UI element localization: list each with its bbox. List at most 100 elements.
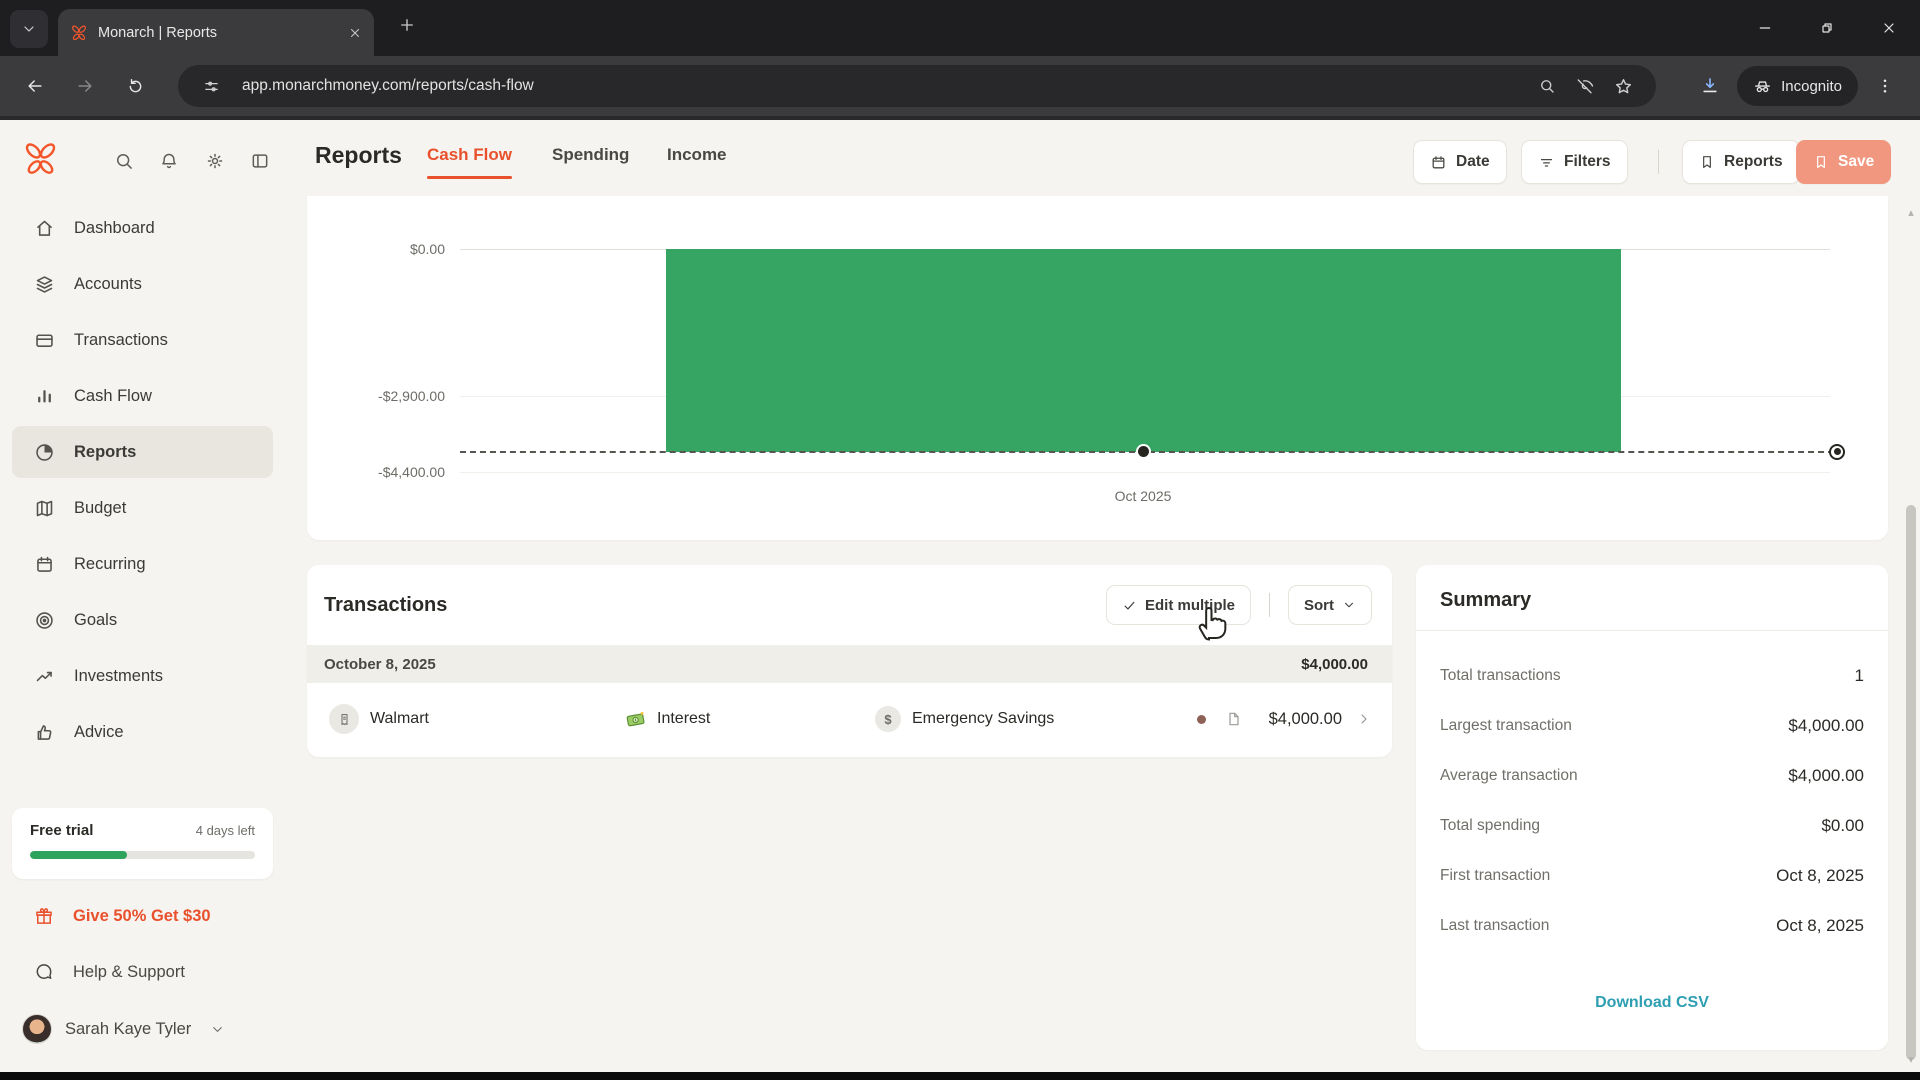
tab-income[interactable]: Income bbox=[667, 145, 727, 165]
save-button[interactable]: Save bbox=[1796, 140, 1892, 184]
url-bar[interactable]: app.monarchmoney.com/reports/cash-flow bbox=[178, 65, 1656, 107]
bookmark-icon bbox=[1813, 154, 1829, 170]
chevron-down-icon bbox=[210, 1022, 225, 1037]
cash-flow-bar[interactable] bbox=[665, 249, 1621, 452]
sidebar-item-cash-flow[interactable]: Cash Flow bbox=[12, 370, 273, 422]
x-axis-tick-label: Oct 2025 bbox=[1114, 487, 1172, 504]
transaction-row[interactable]: Walmart Interest $ Emergency Savings $4,… bbox=[307, 683, 1392, 755]
bookmark-star-icon[interactable] bbox=[1604, 67, 1642, 105]
thumbs-up-icon bbox=[34, 722, 55, 743]
new-tab-button[interactable] bbox=[398, 16, 416, 34]
tag-dot bbox=[1197, 714, 1206, 724]
filter-icon bbox=[1538, 154, 1555, 171]
filters-button[interactable]: Filters bbox=[1521, 140, 1628, 184]
site-settings-icon[interactable] bbox=[192, 67, 230, 105]
page-title: Reports bbox=[315, 142, 402, 168]
forward-button[interactable] bbox=[64, 65, 106, 107]
reload-button[interactable] bbox=[114, 65, 156, 107]
transaction-amount: $4,000.00 bbox=[1268, 709, 1342, 728]
transactions-title: Transactions bbox=[324, 593, 448, 616]
back-button[interactable] bbox=[14, 65, 56, 107]
check-icon bbox=[1122, 598, 1137, 613]
zoom-icon[interactable] bbox=[1528, 67, 1566, 105]
search-icon[interactable] bbox=[107, 144, 141, 178]
summary-card: Summary Total transactions 1 Largest tran… bbox=[1416, 565, 1888, 1050]
header-divider bbox=[1658, 150, 1659, 174]
window-restore-button[interactable] bbox=[1796, 0, 1858, 56]
credit-card-icon bbox=[34, 330, 55, 351]
chart-gridline bbox=[460, 472, 1830, 474]
notifications-bell-icon[interactable] bbox=[152, 144, 186, 178]
summary-row-last-transaction: Last transaction Oct 8, 2025 bbox=[1440, 916, 1864, 935]
window-close-button[interactable] bbox=[1858, 0, 1920, 56]
settings-gear-icon[interactable] bbox=[198, 144, 232, 178]
browser-tab[interactable]: Monarch | Reports bbox=[58, 9, 374, 56]
page-scrollbar[interactable]: ▴ ▾ bbox=[1904, 120, 1918, 1072]
summary-row-first-transaction: First transaction Oct 8, 2025 bbox=[1440, 866, 1864, 885]
target-icon bbox=[34, 610, 55, 631]
scrollbar-thumb[interactable] bbox=[1906, 505, 1916, 1060]
transaction-group-header: October 8, 2025 $4,000.00 bbox=[307, 645, 1392, 683]
reports-button[interactable]: Reports bbox=[1682, 140, 1800, 184]
app-header: Reports Cash Flow Spending Income Date F… bbox=[0, 120, 1920, 196]
scroll-down-icon[interactable]: ▾ bbox=[1904, 1053, 1918, 1066]
user-name: Sarah Kaye Tyler bbox=[65, 1019, 192, 1038]
tab-cash-flow[interactable]: Cash Flow bbox=[427, 145, 513, 179]
trending-up-icon bbox=[34, 666, 55, 687]
sidebar-item-budget[interactable]: Budget bbox=[12, 482, 273, 534]
help-support-link[interactable]: Help & Support bbox=[34, 962, 185, 982]
chat-bubble-icon bbox=[34, 962, 54, 982]
chevron-down-icon bbox=[1342, 598, 1356, 612]
window-bottom-edge bbox=[0, 1072, 1920, 1080]
sidebar-item-transactions[interactable]: Transactions bbox=[12, 314, 273, 366]
user-profile[interactable]: Sarah Kaye Tyler bbox=[22, 1014, 225, 1044]
sidebar-item-advice[interactable]: Advice bbox=[12, 706, 273, 758]
month-point-marker[interactable] bbox=[1137, 446, 1149, 458]
download-csv-link[interactable]: Download CSV bbox=[1416, 994, 1888, 1012]
category-cell[interactable]: Interest bbox=[625, 683, 710, 755]
summary-row-average-transaction: Average transaction $4,000.00 bbox=[1440, 766, 1864, 785]
y-axis-tick-label: -$2,900.00 bbox=[378, 388, 445, 404]
trial-days-left: 4 days left bbox=[195, 823, 255, 838]
merchant-cell[interactable]: Walmart bbox=[329, 683, 429, 755]
sidebar-toggle-icon[interactable] bbox=[243, 144, 277, 178]
window-minimize-button[interactable] bbox=[1734, 0, 1796, 56]
y-axis-tick-label: $0.00 bbox=[409, 241, 445, 257]
bookmark-icon bbox=[1699, 154, 1715, 170]
mouse-cursor bbox=[1198, 606, 1227, 641]
incognito-badge[interactable]: Incognito bbox=[1737, 66, 1858, 106]
sort-button[interactable]: Sort bbox=[1288, 585, 1372, 625]
tab-close-icon[interactable] bbox=[348, 26, 362, 40]
chevron-right-icon bbox=[1356, 711, 1372, 727]
tab-spending[interactable]: Spending bbox=[552, 145, 629, 165]
summary-title: Summary bbox=[1440, 589, 1532, 611]
download-icon[interactable] bbox=[1689, 65, 1731, 107]
amount-cell[interactable]: $4,000.00 bbox=[1197, 683, 1372, 755]
gift-icon bbox=[34, 906, 54, 926]
y-axis-tick-label: -$4,400.00 bbox=[378, 464, 445, 481]
sidebar-item-goals[interactable]: Goals bbox=[12, 594, 273, 646]
scroll-up-icon[interactable]: ▴ bbox=[1904, 206, 1918, 219]
password-eye-off-icon[interactable] bbox=[1566, 67, 1604, 105]
account-cell[interactable]: $ Emergency Savings bbox=[875, 683, 1054, 755]
browser-menu-icon[interactable] bbox=[1864, 65, 1906, 107]
chevron-down-icon bbox=[24, 26, 34, 32]
avatar bbox=[22, 1014, 52, 1044]
calendar-icon bbox=[1430, 154, 1447, 171]
tab-search-button[interactable] bbox=[10, 10, 48, 48]
sidebar-item-investments[interactable]: Investments bbox=[12, 650, 273, 702]
map-icon bbox=[34, 498, 55, 519]
referral-promo-link[interactable]: Give 50% Get $30 bbox=[34, 906, 211, 926]
sidebar-item-accounts[interactable]: Accounts bbox=[12, 258, 273, 310]
sidebar-item-recurring[interactable]: Recurring bbox=[12, 538, 273, 590]
reference-end-marker[interactable] bbox=[1829, 443, 1845, 460]
average-reference-line bbox=[460, 450, 1844, 453]
trial-progress-bar bbox=[30, 851, 255, 859]
sidebar-item-reports[interactable]: Reports bbox=[12, 426, 273, 478]
sidebar: Dashboard Accounts Transactions Cash Flo… bbox=[0, 196, 285, 1080]
sidebar-item-dashboard[interactable]: Dashboard bbox=[12, 202, 273, 254]
date-button[interactable]: Date bbox=[1413, 140, 1507, 184]
summary-row-total-transactions: Total transactions 1 bbox=[1440, 666, 1864, 685]
browser-toolbar: app.monarchmoney.com/reports/cash-flow I… bbox=[0, 56, 1920, 116]
monarch-logo[interactable] bbox=[22, 140, 59, 178]
